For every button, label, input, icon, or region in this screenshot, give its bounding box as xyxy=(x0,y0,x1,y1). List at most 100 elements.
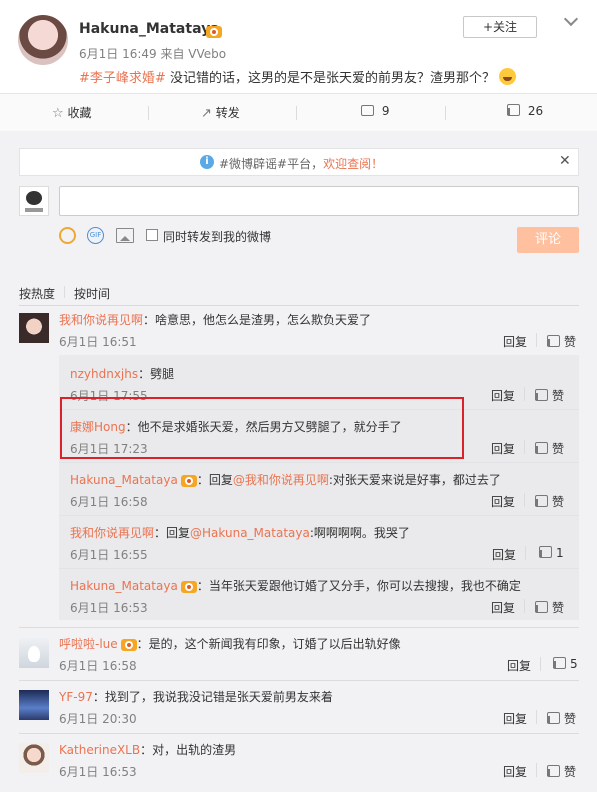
like-count: 1 xyxy=(556,546,564,560)
reply-text: 我和你说再见啊：回复@Hakuna_Matataya:啊啊啊啊。我哭了 xyxy=(70,524,410,541)
thumbs-up-icon xyxy=(535,389,548,401)
reply-body: ：当年张天爱跟他订婚了又分手，你可以去搜搜，我也不确定 xyxy=(196,579,521,593)
sync-checkbox[interactable] xyxy=(146,229,158,241)
like-button[interactable]: 1 xyxy=(539,546,564,560)
like-button[interactable]: 5 xyxy=(553,657,578,671)
reply-user[interactable]: 我和你说再见啊 xyxy=(70,526,154,540)
reply-user[interactable]: nzyhdnxjhs xyxy=(70,367,138,381)
like-button[interactable]: 赞 xyxy=(547,710,576,727)
post-text: #李子峰求婚# 没记错的话，这男的是不是张天爱的前男友？渣男那个？ xyxy=(79,67,517,86)
sort-time-tab[interactable]: 按时间 xyxy=(74,285,110,302)
crying-emoji-icon xyxy=(499,68,517,85)
like-button[interactable]: 赞 xyxy=(535,440,564,457)
emoji-icon[interactable] xyxy=(59,227,76,244)
reply-button[interactable]: 回复 xyxy=(503,763,527,780)
vip-badge-icon xyxy=(180,580,197,593)
like-button[interactable]: 26 xyxy=(507,104,543,118)
reply-user[interactable]: Hakuna_Matataya xyxy=(70,579,178,593)
comment-count: 9 xyxy=(381,104,390,118)
my-avatar[interactable] xyxy=(19,186,49,216)
reply-button[interactable]: 回复 xyxy=(507,657,531,674)
comment-input[interactable] xyxy=(59,186,579,216)
comment-icon xyxy=(361,105,374,116)
reply-body: :啊啊啊啊。我哭了 xyxy=(309,526,410,540)
submit-comment-button[interactable]: 评论 xyxy=(517,227,579,253)
favorite-button[interactable]: ☆ 收藏 xyxy=(52,104,92,121)
like-button[interactable]: 赞 xyxy=(535,599,564,616)
follow-button[interactable]: +关注 xyxy=(463,16,537,38)
reply-prefix: ：回复 xyxy=(154,526,191,540)
sort-hot-tab[interactable]: 按热度 xyxy=(19,285,55,302)
like-label: 赞 xyxy=(552,442,565,456)
vip-badge-icon xyxy=(206,25,222,38)
image-icon[interactable] xyxy=(116,228,134,243)
reply-user[interactable]: Hakuna_Matataya xyxy=(70,473,178,487)
reply-button[interactable]: 回复 xyxy=(491,440,515,457)
comment-divider xyxy=(19,680,579,681)
chevron-down-icon[interactable] xyxy=(563,11,579,27)
comment-user[interactable]: YF-97 xyxy=(59,690,93,704)
reply-button[interactable]: 回复 xyxy=(503,710,527,727)
reply-button[interactable]: 回复 xyxy=(491,493,515,510)
comment-button[interactable]: 9 xyxy=(361,104,389,118)
comment-body: ：啥意思，他怎么是渣男，怎么欺负天爱了 xyxy=(143,313,372,327)
like-button[interactable]: 赞 xyxy=(535,493,564,510)
reply-time: 6月1日 16:55 xyxy=(70,548,148,562)
comment-body: ：是的，这个新闻我有印象，订婚了以后出轨好像 xyxy=(136,637,401,651)
comment-time: 6月1日 16:58 xyxy=(59,659,137,673)
avatar[interactable] xyxy=(19,690,49,720)
thumbs-up-icon xyxy=(535,601,548,613)
close-icon[interactable]: ✕ xyxy=(559,153,571,169)
comment-time: 6月1日 16:51 xyxy=(59,335,137,349)
comment-divider xyxy=(19,627,579,628)
post-username[interactable]: Hakuna_Matataya xyxy=(79,21,220,37)
thumbs-up-icon xyxy=(535,442,548,454)
reply-time: 6月1日 16:53 xyxy=(70,601,148,615)
reply-button[interactable]: 回复 xyxy=(491,599,515,616)
hashtag-link[interactable]: #李子峰求婚# xyxy=(79,71,166,86)
reply-button[interactable]: 回复 xyxy=(491,387,515,404)
gif-icon[interactable]: GIF xyxy=(87,227,104,244)
reply-prefix: ：回复 xyxy=(196,473,233,487)
repost-label: 转发 xyxy=(215,106,240,120)
post-avatar[interactable] xyxy=(18,15,68,65)
reply-button[interactable]: 回复 xyxy=(503,333,527,350)
comment-text: 呼啦啦-lue ：是的，这个新闻我有印象，订婚了以后出轨好像 xyxy=(59,635,401,652)
reply-body: ：劈腿 xyxy=(138,367,175,381)
reply-text: Hakuna_Matataya ：当年张天爱跟他订婚了又分手，你可以去搜搜，我也不… xyxy=(70,577,521,594)
like-count: 5 xyxy=(570,657,578,671)
comment-body: ：对，出轨的渣男 xyxy=(140,743,237,757)
reply-text: nzyhdnxjhs：劈腿 xyxy=(70,365,174,382)
comment-user[interactable]: 我和你说再见啊 xyxy=(59,313,143,327)
highlight-box xyxy=(60,397,464,459)
comment-divider xyxy=(19,733,579,734)
thumbs-up-icon xyxy=(547,765,560,777)
comment-user[interactable]: KatherineXLB xyxy=(59,743,140,757)
like-label: 赞 xyxy=(552,495,565,509)
reply-button[interactable]: 回复 xyxy=(492,546,516,563)
like-button[interactable]: 赞 xyxy=(547,333,576,350)
like-count: 26 xyxy=(527,104,544,118)
like-label: 赞 xyxy=(564,335,577,349)
comment-time: 6月1日 16:53 xyxy=(59,765,137,779)
thumbs-up-icon xyxy=(547,335,560,347)
avatar[interactable] xyxy=(19,743,49,773)
notice-link[interactable]: 欢迎查阅！ xyxy=(323,157,383,171)
favorite-label: 收藏 xyxy=(67,106,92,120)
notice-label: #微博辟谣#平台， xyxy=(219,157,324,171)
like-button[interactable]: 赞 xyxy=(547,763,576,780)
avatar[interactable] xyxy=(19,313,49,343)
star-icon: ☆ xyxy=(52,106,64,121)
comment-text: 我和你说再见啊：啥意思，他怎么是渣男，怎么欺负天爱了 xyxy=(59,311,371,328)
like-button[interactable]: 赞 xyxy=(535,387,564,404)
vip-badge-icon xyxy=(180,474,197,487)
comment-user[interactable]: 呼啦啦-lue xyxy=(59,637,118,651)
sort-divider xyxy=(19,305,579,306)
thumbs-up-icon xyxy=(539,546,552,558)
mention-link[interactable]: @我和你说再见啊 xyxy=(233,473,329,487)
repost-button[interactable]: ↗ 转发 xyxy=(201,104,240,121)
avatar[interactable] xyxy=(19,638,49,668)
like-label: 赞 xyxy=(564,765,577,779)
post-time: 6月1日 16:49 来自 VVebo xyxy=(79,47,227,61)
mention-link[interactable]: @Hakuna_Matataya xyxy=(190,526,310,540)
